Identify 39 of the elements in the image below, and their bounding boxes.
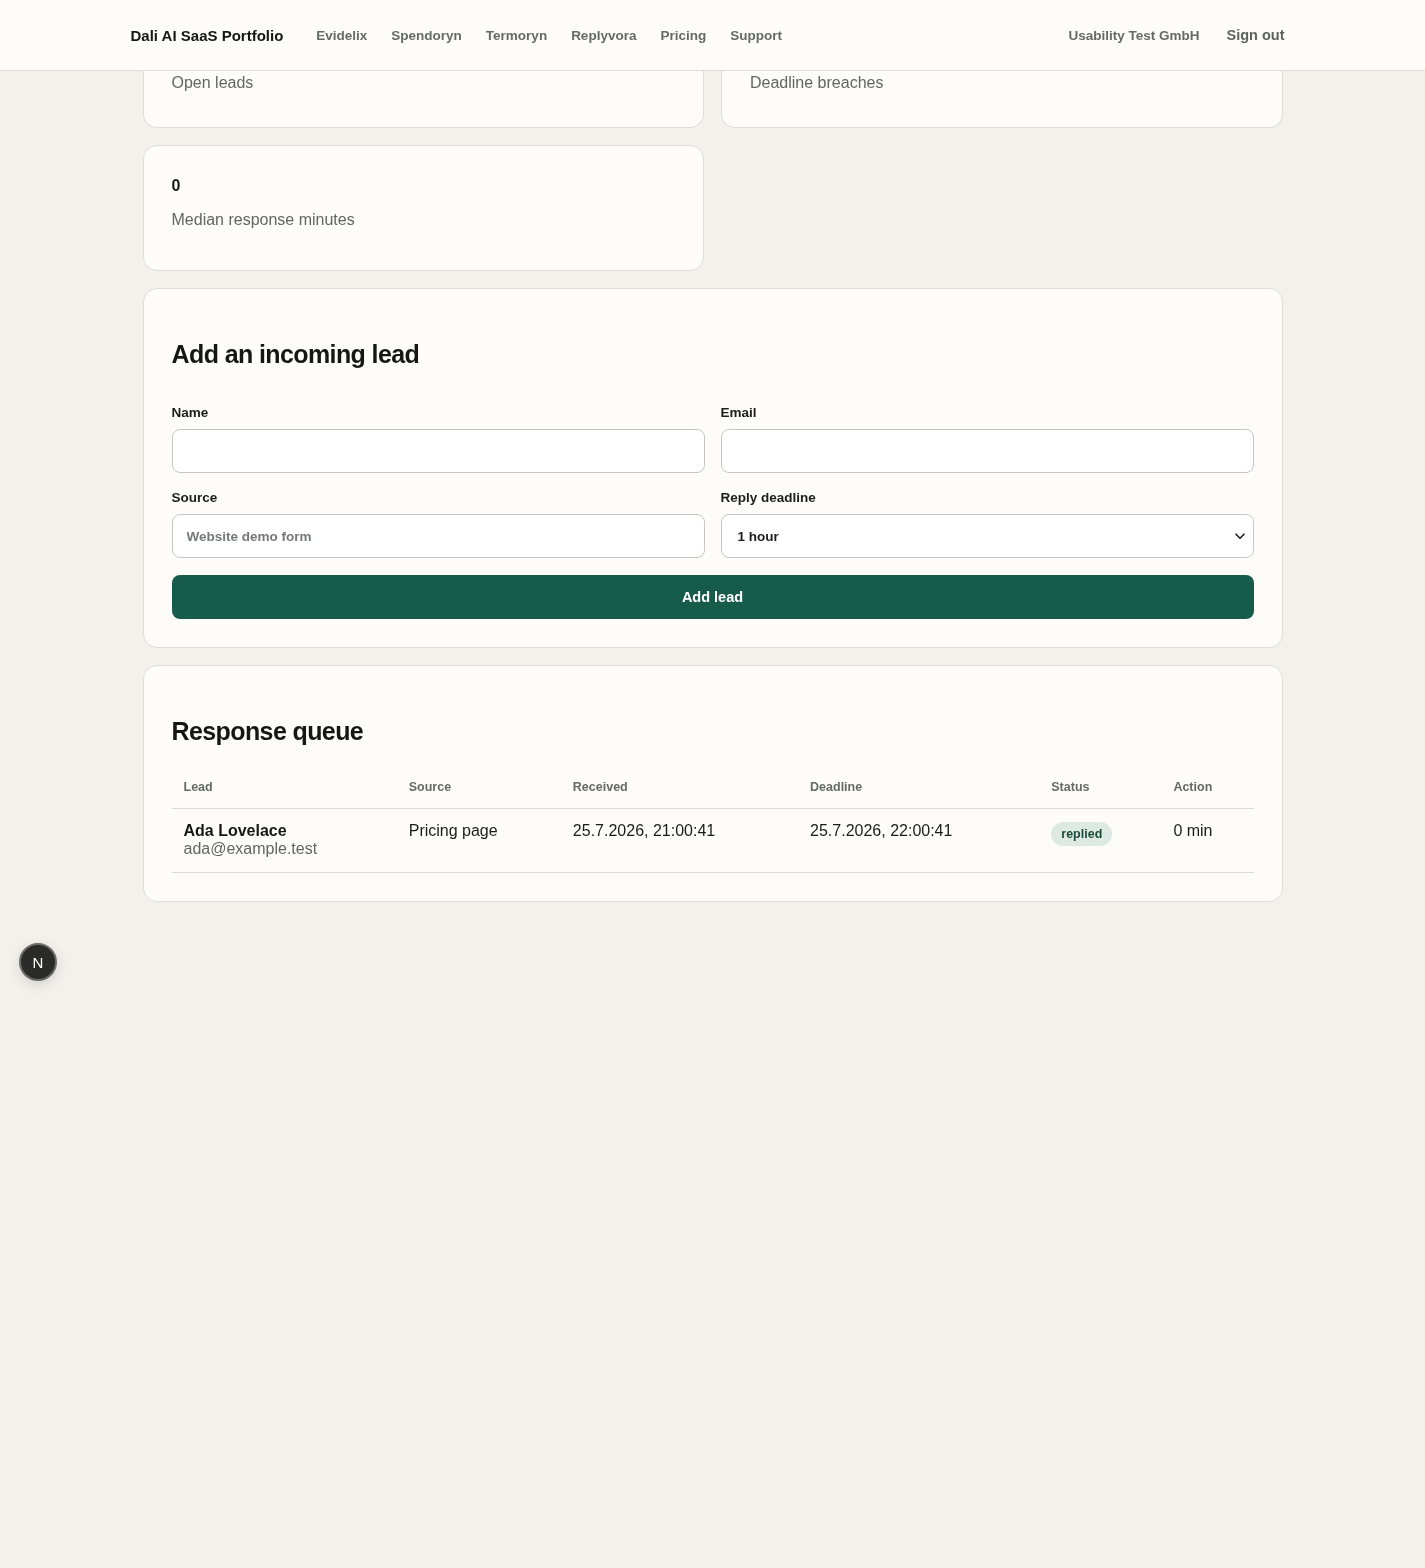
column-header: Received (560, 767, 799, 809)
field-label: Source (171, 490, 219, 506)
field-label: Name (171, 405, 210, 421)
status-badge: replied (1051, 822, 1113, 846)
select-field[interactable]: 1 hour (720, 514, 1254, 558)
stat-value: 0 (171, 176, 182, 196)
field-label: Email (720, 405, 758, 421)
nav-link[interactable]: Spendoryn (391, 27, 462, 43)
lead-name: Ada Lovelace (183, 822, 288, 840)
nav-link[interactable]: Pricing (660, 27, 707, 43)
nav-link[interactable]: Evidelix (316, 27, 368, 43)
field-label: Reply deadline (720, 490, 817, 506)
nav-link[interactable]: Support (730, 27, 782, 43)
input-field[interactable] (720, 429, 1254, 473)
table-cell: 0 min (1161, 808, 1254, 873)
add-lead-button[interactable]: Add lead (171, 575, 1254, 619)
dev-tools-button[interactable]: N (19, 943, 57, 981)
table-cell: Pricing page (396, 808, 561, 873)
input-field[interactable] (171, 429, 705, 473)
brand-link[interactable]: Dali AI SaaS Portfolio (130, 26, 284, 44)
chevron-down-icon (1234, 532, 1245, 540)
stat-label: Open leads (171, 73, 255, 93)
column-header: Status (1039, 767, 1162, 809)
column-header: Deadline (798, 767, 1040, 809)
nav-link[interactable]: Replyvora (571, 27, 637, 43)
organization-name: Usability Test GmbH (1068, 27, 1200, 43)
section-title: Add an incoming lead (171, 339, 421, 370)
sign-out-button[interactable]: Sign out (1216, 21, 1295, 49)
column-header: Source (396, 767, 561, 809)
nav-link[interactable]: Termoryn (485, 27, 548, 43)
column-header: Lead (171, 767, 397, 809)
table-cell: 25.7.2026, 21:00:41 (560, 808, 799, 873)
column-header: Action (1161, 767, 1254, 809)
input-field[interactable]: Website demo form (171, 514, 705, 558)
lead-email: ada@example.test (183, 840, 319, 858)
table-cell: 25.7.2026, 22:00:41 (798, 808, 1040, 873)
section-title: Response queue (171, 716, 365, 747)
stat-label: Median response minutes (171, 210, 356, 230)
stat-label: Deadline breaches (750, 73, 885, 93)
